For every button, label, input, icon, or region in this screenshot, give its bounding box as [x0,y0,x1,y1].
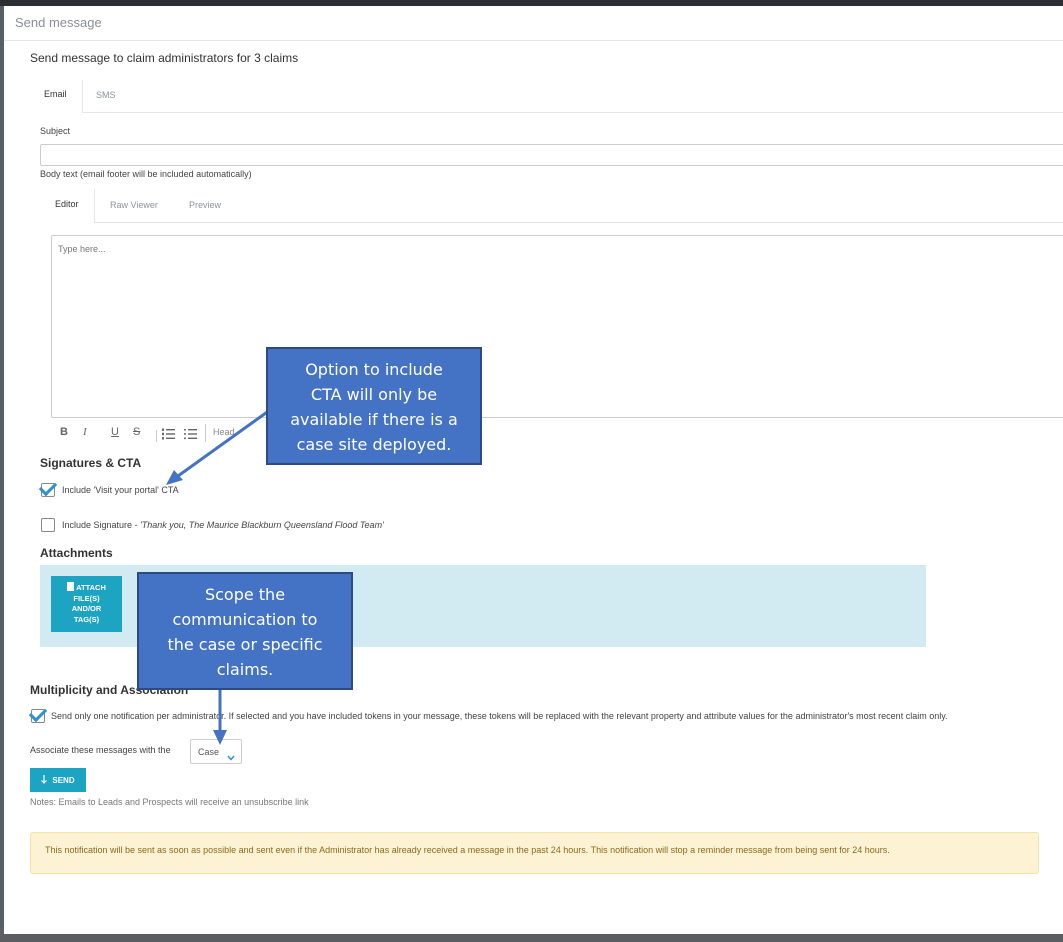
cta-callout-line-2: CTA will only be [310,385,438,404]
cta-callout-arrowhead [166,470,183,485]
cta-callout-line-3: available if there is a [290,410,458,429]
cta-callout-line-4: case site deployed. [296,435,452,454]
cta-callout: Option to include CTA will only be avail… [266,347,482,465]
scope-callout-arrowhead [213,730,227,745]
scope-callout-line-2: communication to [172,610,318,629]
scope-callout-line-3: the case or specific [167,635,323,654]
scope-callout-line-1: Scope the [204,585,286,604]
cta-callout-arrow-line [177,408,271,478]
scope-callout: Scope the communication to the case or s… [137,572,353,690]
scope-callout-line-4: claims. [216,660,274,679]
cta-callout-line-1: Option to include [305,360,443,379]
callout-arrows [166,408,271,745]
